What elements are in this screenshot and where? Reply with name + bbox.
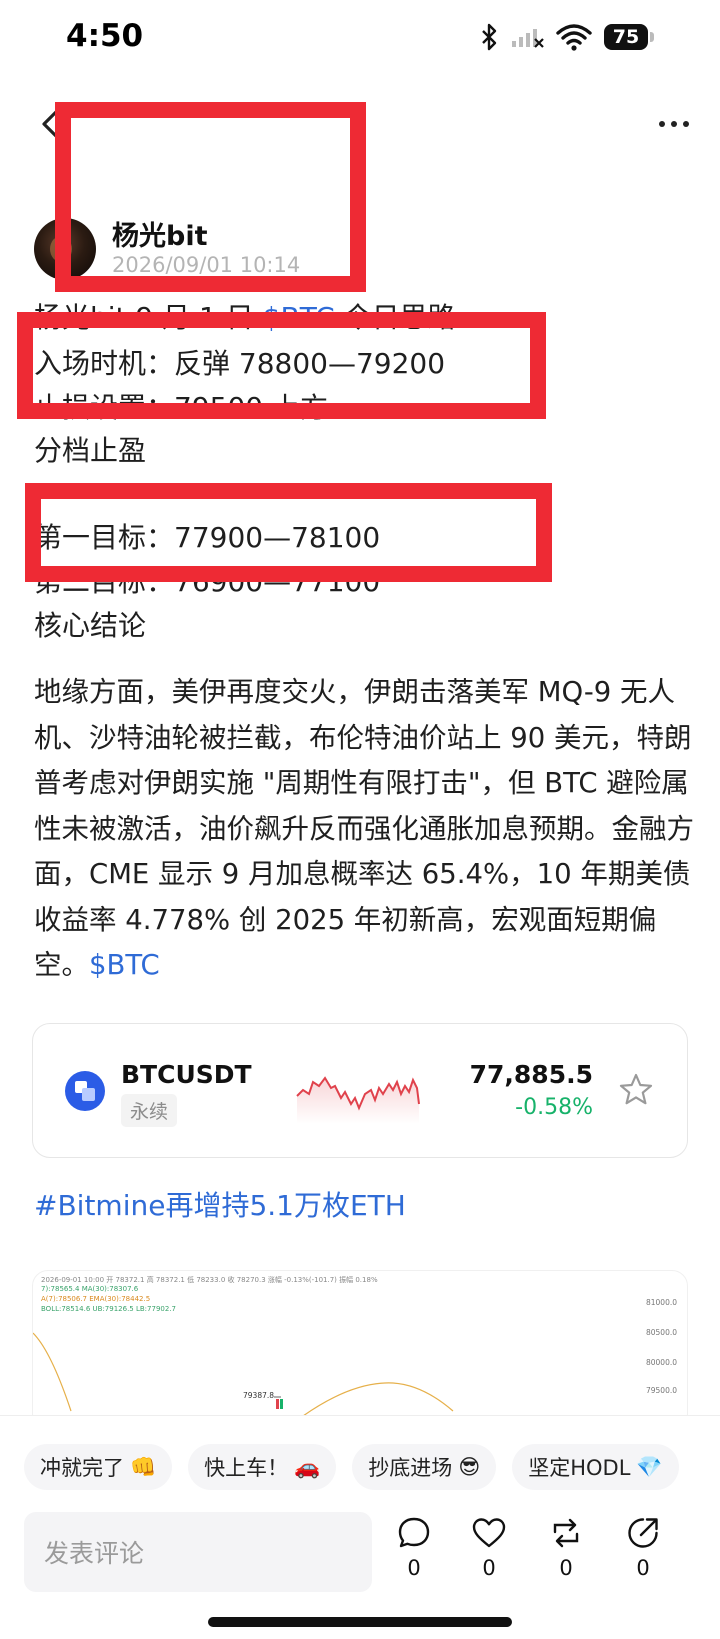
status-time: 4:50 [66,18,144,54]
redaction-box-header [55,102,366,292]
battery-indicator: 75 [604,24,654,50]
star-icon[interactable] [617,1071,655,1109]
bluetooth-icon [482,23,497,51]
comment-input[interactable]: 发表评论 [24,1512,372,1592]
share-icon [628,1518,658,1548]
cellular-signal-icon [512,29,544,48]
home-indicator [208,1617,512,1627]
battery-level: 75 [612,26,640,48]
chip-label: 坚定HODL [528,1456,631,1480]
comment-button[interactable]: 0 [389,1516,439,1580]
quick-reply-chips: 冲就完了 👊 快上车！ 🚗 抄底进场 😎 坚定HODL 💎 [24,1444,679,1490]
chip-label: 冲就完了 [40,1456,124,1480]
chip-label: 抄底进场 [368,1456,453,1480]
comment-count: 0 [407,1556,421,1580]
fist-emoji-icon: 👊 [130,1454,157,1479]
gem-emoji-icon: 💎 [636,1454,663,1479]
repost-icon [553,1518,579,1548]
quick-reply-chip[interactable]: 冲就完了 👊 [24,1444,173,1490]
wifi-icon [556,24,592,51]
like-count: 0 [482,1556,496,1580]
share-count: 0 [636,1556,650,1580]
chart-lines [33,1332,454,1417]
redaction-box-target [25,483,552,582]
ticker-card[interactable]: BTCUSDT 永续 77,885.5 -0.58% [32,1023,688,1158]
redaction-box-entry [17,312,546,419]
comment-bubble-icon [398,1517,430,1548]
take-profit-title: 分档止盈 [34,434,147,467]
kline-chart-image[interactable]: 2026-09-01 10:00 开 78372.1 高 78372.1 低 7… [32,1270,688,1430]
ticker-pair: BTCUSDT [121,1060,252,1089]
like-button[interactable]: 0 [464,1516,514,1580]
ticker-price: 77,885.5 [469,1060,593,1089]
heart-icon [472,1518,506,1548]
status-icons: 75 [480,20,654,54]
quick-reply-chip[interactable]: 快上车！ 🚗 [188,1444,337,1490]
sunglasses-emoji-icon: 😎 [458,1455,481,1479]
post-body: 地缘方面，美伊再度交火，伊朗击落美军 MQ-9 无人机、沙特油轮被拦截，布伦特油… [34,670,694,989]
repost-button[interactable]: 0 [541,1516,591,1580]
btc-tag-link-inline[interactable]: $BTC [89,949,160,981]
conclusion-title: 核心结论 [34,609,147,642]
quick-reply-chip[interactable]: 抄底进场 😎 [352,1444,497,1490]
comment-placeholder: 发表评论 [44,1539,145,1568]
ticker-tag: 永续 [121,1094,178,1127]
more-options-button[interactable] [652,106,696,142]
chip-label: 快上车！ [204,1456,289,1480]
bottom-action-bar: 冲就完了 👊 快上车！ 🚗 抄底进场 😎 坚定HODL 💎 发表评论 0 0 0 0 [0,1415,720,1639]
car-emoji-icon: 🚗 [294,1454,321,1479]
hashtag-link[interactable]: #Bitmine再增持5.1万枚ETH [34,1184,406,1224]
sparkline-chart [296,1076,420,1124]
post-body-text: 地缘方面，美伊再度交火，伊朗击落美军 MQ-9 无人机、沙特油轮被拦截，布伦特油… [34,676,694,981]
quick-reply-chip[interactable]: 坚定HODL 💎 [512,1444,679,1490]
coin-logo-icon [65,1071,105,1111]
share-button[interactable]: 0 [618,1516,668,1580]
repost-count: 0 [559,1556,573,1580]
ticker-change: -0.58% [515,1095,593,1120]
